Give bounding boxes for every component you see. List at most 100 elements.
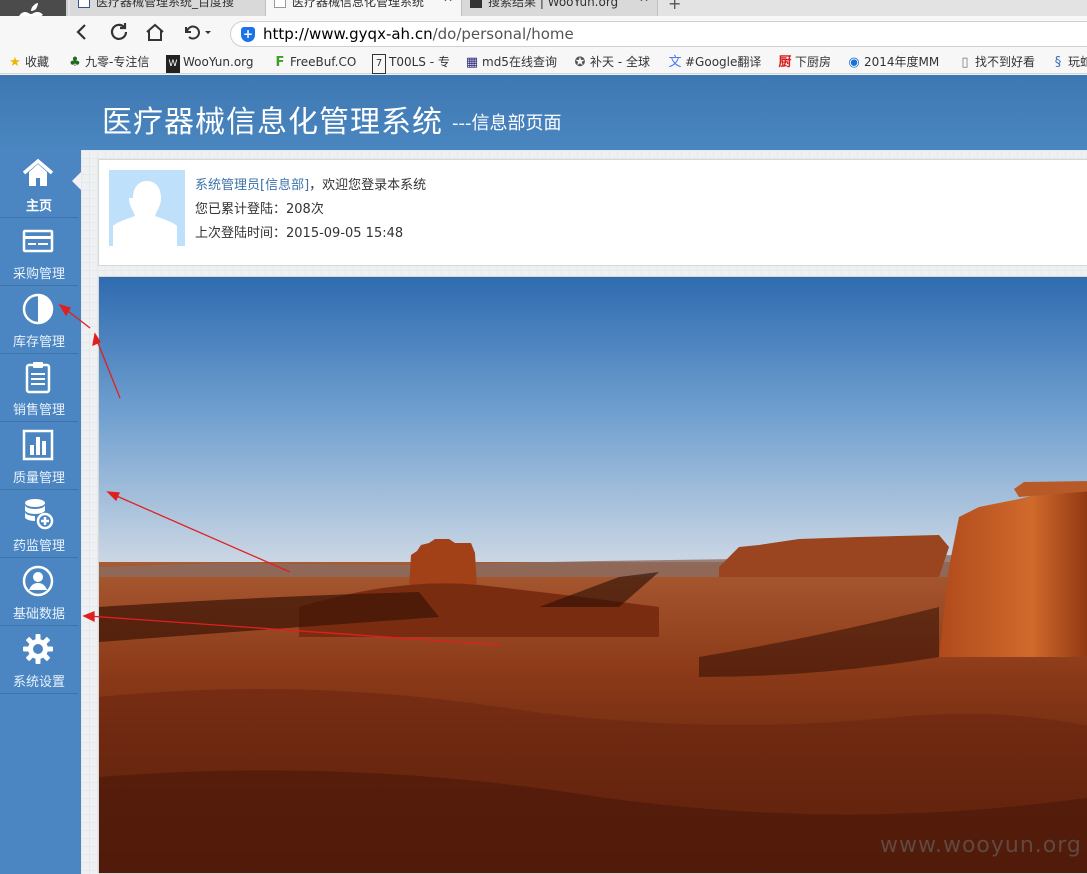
star-icon: ★ (9, 55, 21, 70)
bookmark-label: 下厨房 (795, 55, 832, 69)
address-bar[interactable]: + http://www.gyqx-ah.cn/do/personal/home (230, 21, 1087, 47)
bookmark-label: 2014年度MM (864, 55, 940, 69)
user-silhouette-icon (109, 170, 185, 246)
new-tab-button[interactable]: + (668, 0, 681, 13)
tab-favicon (78, 0, 90, 8)
sidebar-item-home[interactable]: 主页 (0, 150, 81, 218)
profile-card: 系统管理员[信息部]，欢迎您登录本系统 您已累计登陆：208次 上次登陆时间：2… (98, 159, 1087, 266)
back-icon (76, 24, 86, 40)
python-icon: § (1054, 55, 1062, 70)
card-icon (22, 229, 54, 253)
sidebar-item-label: 主页 (25, 199, 52, 214)
sidebar-item-label: 销售管理 (12, 403, 65, 418)
tab-favicon (470, 0, 482, 8)
gear-icon (23, 634, 53, 664)
bookmark-item[interactable]: § 玩蛇 (1051, 53, 1087, 72)
avatar (109, 170, 185, 246)
bookmark-item[interactable]: 厨下厨房 (778, 53, 831, 72)
bookmark-label: T00LS - 专 (389, 55, 450, 69)
tab-baidu[interactable]: 医疗器械管理系统_百度搜 (70, 0, 266, 16)
bookmarks-bar: ★ 收藏 ♣ 九零-专注信 W WooYun.org F FreeBuf.CO 7 T00… (0, 50, 1087, 74)
bookmark-label: 找不到好看 (975, 55, 1036, 69)
bookmark-item[interactable]: 文 #Google翻译 (668, 53, 761, 72)
sidebar-item-basic-data[interactable]: 基础数据 (0, 558, 78, 626)
watermark: www.wooyun.org (880, 833, 1082, 858)
home-button[interactable] (143, 20, 167, 44)
tab-title: 搜索结果 | WooYun.org (488, 0, 619, 9)
bookmark-item[interactable]: 7 T00LS - 专 (372, 53, 450, 74)
clipboard-icon (25, 362, 51, 394)
page-subtitle: ---信息部页面 (452, 113, 562, 134)
database-add-icon (25, 499, 54, 530)
url-path: /do/personal/home (432, 25, 574, 43)
sidebar: 主页 采购管理 库存管理 销售管理 质量管理 药监管理 基础数据 系统设置 (0, 150, 81, 874)
bookmark-item[interactable]: ♣ 九零-专注信 (68, 53, 149, 72)
undo-button[interactable] (180, 20, 216, 44)
home-icon (146, 23, 164, 41)
bookmark-label: 补天 - 全球 (590, 55, 650, 69)
kitchen-icon: 厨 (778, 55, 792, 70)
sidebar-item-label: 系统设置 (12, 675, 65, 690)
sidebar-item-supervision[interactable]: 药监管理 (0, 490, 78, 558)
butian-icon: ✪ (574, 55, 586, 70)
login-count: 您已累计登陆：208次 (195, 202, 324, 217)
page-title: 医疗器械信息化管理系统 (102, 105, 443, 140)
url-text[interactable]: http://www.gyqx-ah.cn/do/personal/home (263, 25, 574, 43)
bookmark-label: FreeBuf.CO (290, 55, 357, 69)
shield-icon: + (241, 27, 255, 42)
bar-chart-icon (22, 429, 54, 461)
translate-icon: 文 (668, 55, 682, 70)
browser-tab-strip: 医疗器械管理系统_百度搜 医疗器械信息化管理系统 ✕ 搜索结果 | WooYun… (0, 0, 1087, 40)
bookmark-label: #Google翻译 (685, 55, 762, 69)
grid-icon: ▦ (465, 55, 479, 70)
back-button[interactable] (70, 20, 94, 44)
browser-toolbar: + http://www.gyqx-ah.cn/do/personal/home (0, 16, 1087, 50)
tab-favicon (274, 0, 286, 8)
bookmark-item[interactable]: ◉ 2014年度MM (847, 53, 939, 72)
welcome-line: 系统管理员[信息部]，欢迎您登录本系统 (195, 174, 426, 193)
sidebar-item-label: 质量管理 (12, 471, 65, 486)
sidebar-item-sales[interactable]: 销售管理 (0, 354, 78, 422)
sidebar-item-inventory[interactable]: 库存管理 (0, 286, 78, 354)
desert-banner-image (98, 276, 1087, 874)
tab-system[interactable]: 医疗器械信息化管理系统 ✕ (266, 0, 462, 16)
bookmark-item[interactable]: F FreeBuf.CO (273, 53, 357, 72)
page-icon: ▯ (961, 55, 969, 70)
home-icon (22, 158, 54, 186)
bookmark-label: 收藏 (25, 55, 50, 69)
pie-icon (22, 293, 54, 325)
sidebar-item-label: 库存管理 (12, 335, 65, 350)
bookmark-label: WooYun.org (183, 55, 254, 69)
bookmark-item[interactable]: ★ 收藏 (8, 53, 49, 72)
sidebar-item-settings[interactable]: 系统设置 (0, 626, 78, 694)
user-name-link[interactable]: 系统管理员[信息部] (195, 178, 309, 193)
app-header: 医疗器械信息化管理系统 ---信息部页面 (0, 75, 1087, 150)
sidebar-item-purchase[interactable]: 采购管理 (0, 218, 78, 286)
tab-title: 医疗器械信息化管理系统 (292, 0, 425, 9)
tab-wooyun[interactable]: 搜索结果 | WooYun.org ✕ (462, 0, 658, 16)
welcome-text: ，欢迎您登录本系统 (309, 178, 427, 193)
tools-icon: 7 (372, 54, 386, 74)
tab-title: 医疗器械管理系统_百度搜 (96, 0, 235, 9)
reload-button[interactable] (107, 20, 131, 44)
reload-icon (110, 23, 128, 40)
last-login-time: 上次登陆时间：2015-09-05 15:48 (195, 226, 404, 241)
tree-icon: ♣ (69, 55, 81, 70)
url-host: http://www.gyqx-ah.cn (263, 25, 433, 43)
freebuf-icon: F (275, 55, 285, 70)
bookmark-item[interactable]: ▯ 找不到好看 (958, 53, 1035, 72)
bookmark-label: 玩蛇 (1068, 55, 1087, 69)
undo-icon (185, 25, 211, 40)
sidebar-item-quality[interactable]: 质量管理 (0, 422, 78, 490)
wooyun-icon: W (166, 55, 180, 73)
sidebar-item-label: 基础数据 (12, 607, 65, 622)
bookmark-item[interactable]: ▦ md5在线查询 (465, 53, 557, 72)
sidebar-item-label: 药监管理 (12, 539, 65, 554)
bookmark-item[interactable]: ✪ 补天 - 全球 (573, 53, 650, 72)
bookmark-item[interactable]: W WooYun.org (166, 53, 254, 73)
user-circle-icon (22, 565, 54, 597)
bookmark-label: 九零-专注信 (85, 55, 150, 69)
sidebar-item-label: 采购管理 (12, 267, 65, 282)
bookmark-label: md5在线查询 (482, 55, 557, 69)
desert-landscape-image (99, 277, 1087, 873)
